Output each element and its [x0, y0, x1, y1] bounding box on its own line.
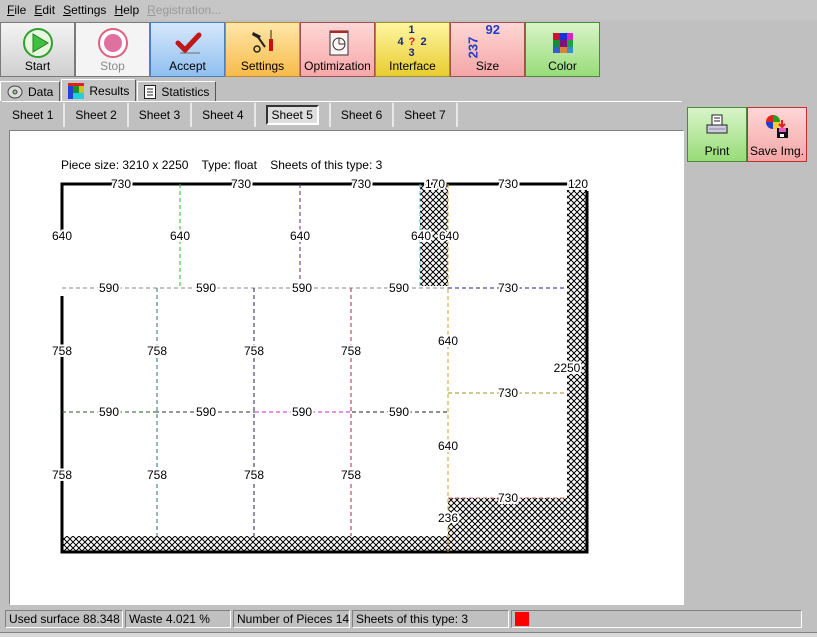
sheet-tab-4[interactable]: Sheet 4: [192, 102, 256, 127]
sheet-tab-6[interactable]: Sheet 6: [331, 102, 395, 127]
pieces-status: Number of Pieces 14: [233, 610, 350, 628]
play-icon: [1, 27, 74, 59]
save-chart-icon: [748, 114, 806, 138]
cutting-layout-diagram: 730 730 730 170 730 120 640 640 640 640 …: [50, 175, 590, 554]
dim-label: 640: [438, 439, 458, 453]
save-image-button[interactable]: Save Img.: [747, 107, 807, 162]
dimensions-icon: 92 237: [464, 22, 500, 59]
menu-registration[interactable]: Registration...: [143, 3, 225, 17]
output-buttons: Print Save Img.: [687, 107, 807, 162]
dim-label: 590: [196, 405, 216, 419]
dim-label: 120: [568, 177, 588, 191]
dim-label: 730: [498, 491, 518, 505]
dim-label: 758: [341, 468, 361, 482]
dim-label: 730: [111, 177, 131, 191]
sheets-status: Sheets of this type: 3: [352, 610, 509, 628]
optimization-button[interactable]: Optimization: [300, 22, 375, 77]
settings-button[interactable]: Settings: [225, 22, 300, 77]
menu-file[interactable]: File: [3, 3, 30, 17]
progress-indicator: [511, 610, 802, 628]
dim-label: 730: [231, 177, 251, 191]
status-bar: Used surface 88.348 % Waste 4.021 % Numb…: [0, 610, 817, 630]
menu-bar: File Edit Settings Help Registration...: [0, 0, 817, 20]
main-tabs: Data Results Statistics: [0, 79, 217, 101]
dim-label: 758: [341, 344, 361, 358]
dim-label: 758: [52, 468, 72, 482]
dim-label: 590: [389, 281, 409, 295]
dim-label: 640: [438, 334, 458, 348]
size-button[interactable]: 92 237 Size: [450, 22, 525, 77]
menu-settings[interactable]: Settings: [59, 3, 110, 17]
interface-button[interactable]: 1 4 ? 2 3 Interface: [375, 22, 450, 77]
dim-label: 590: [196, 281, 216, 295]
dim-label: 730: [498, 177, 518, 191]
menu-edit[interactable]: Edit: [30, 3, 59, 17]
printer-icon: [688, 114, 746, 136]
dim-label: 730: [351, 177, 371, 191]
dim-label: 590: [292, 281, 312, 295]
dim-label: 236: [438, 511, 458, 525]
color-button[interactable]: Color: [525, 22, 600, 77]
dim-label: 730: [498, 386, 518, 400]
document-icon: [144, 84, 157, 99]
sheet-tabs: Sheet 1 Sheet 2 Sheet 3 Sheet 4 Sheet 5 …: [2, 101, 682, 127]
waste-status: Waste 4.021 %: [125, 610, 231, 628]
sheet-tab-1[interactable]: Sheet 1: [2, 102, 66, 127]
tab-data[interactable]: Data: [0, 81, 61, 101]
checkmark-icon: [151, 27, 224, 59]
sheet-border: [60, 182, 587, 239]
dim-label: 758: [244, 344, 264, 358]
progress-indicator-block: [515, 612, 529, 626]
dim-label: 590: [99, 281, 119, 295]
sheet-tab-5[interactable]: Sheet 5: [256, 102, 331, 127]
layout-canvas[interactable]: Piece size: 3210 x 2250 Type: float Shee…: [9, 130, 684, 605]
sheet-tab-3[interactable]: Sheet 3: [129, 102, 193, 127]
tab-results[interactable]: Results: [61, 79, 137, 101]
dim-label: 590: [389, 405, 409, 419]
menu-help[interactable]: Help: [110, 3, 143, 17]
tools-icon: [226, 27, 299, 59]
toolbar: Start Stop Accept Settings Optimization …: [0, 22, 817, 78]
dim-label: 640: [411, 229, 431, 243]
dim-label: 758: [244, 468, 264, 482]
dim-label: 640: [52, 229, 72, 243]
dim-label: 590: [292, 405, 312, 419]
dim-label: 170: [425, 177, 445, 191]
layout-icon: [68, 82, 85, 99]
record-icon: [76, 27, 149, 59]
dim-label: 640: [170, 229, 190, 243]
tab-statistics[interactable]: Statistics: [137, 81, 217, 101]
dim-label: 2250: [554, 361, 581, 375]
dim-label: 758: [147, 468, 167, 482]
accept-button[interactable]: Accept: [150, 22, 225, 77]
dim-label: 730: [498, 281, 518, 295]
disc-icon: [7, 85, 23, 98]
interface-numbers-icon: 1 4 ? 2 3: [397, 24, 427, 59]
window-bottom-edge: [0, 632, 817, 637]
waste-region: [63, 536, 588, 552]
sheet-tab-2[interactable]: Sheet 2: [65, 102, 129, 127]
sheet-tab-7[interactable]: Sheet 7: [394, 102, 458, 127]
used-surface-status: Used surface 88.348 %: [5, 610, 123, 628]
print-button[interactable]: Print: [687, 107, 747, 162]
dim-label: 640: [439, 229, 459, 243]
dim-label: 640: [290, 229, 310, 243]
start-button[interactable]: Start: [0, 22, 75, 77]
dim-label: 758: [147, 344, 167, 358]
pie-document-icon: [301, 27, 374, 59]
dim-label: 590: [99, 405, 119, 419]
color-palette-icon: [526, 27, 599, 59]
stop-button[interactable]: Stop: [75, 22, 150, 77]
dim-label: 758: [52, 344, 72, 358]
